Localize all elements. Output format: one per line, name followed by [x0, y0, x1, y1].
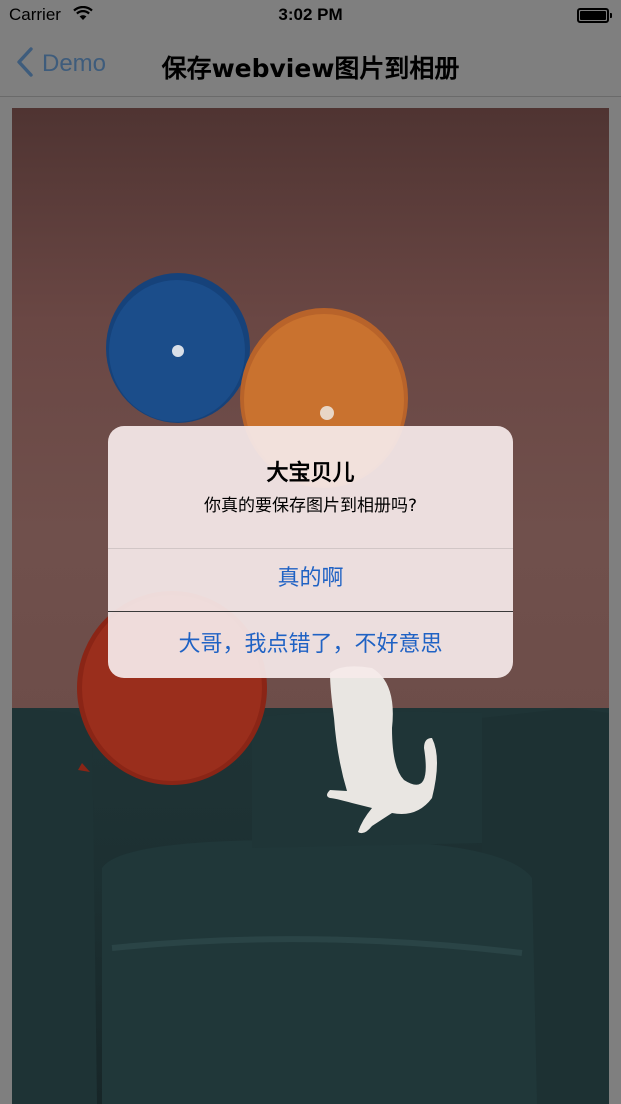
alert-title: 大宝贝儿 — [266, 461, 355, 486]
cancel-button[interactable]: 大哥，我点错了，不好意思 — [108, 612, 513, 678]
confirm-save-button[interactable]: 真的啊 — [108, 548, 513, 610]
page-title: 保存webview图片到相册 — [161, 54, 460, 83]
navigation-bar: Demo 保存webview图片到相册 — [0, 32, 621, 97]
battery-icon — [577, 8, 612, 23]
alert-message: 你真的要保存图片到相册吗? — [203, 496, 418, 516]
status-bar: Carrier 3:02 PM — [0, 0, 621, 32]
clock-label: 3:02 PM — [278, 5, 343, 24]
alert-dialog: 大宝贝儿 你真的要保存图片到相册吗? 真的啊 大哥，我点错了，不好意思 — [108, 426, 513, 678]
